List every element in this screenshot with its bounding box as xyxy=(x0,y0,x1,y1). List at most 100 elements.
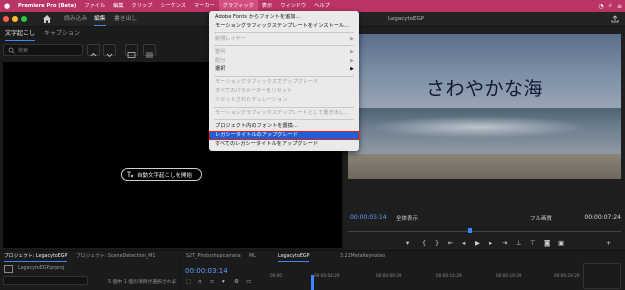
minimize-window-icon[interactable] xyxy=(12,16,18,22)
menu-item-export-mogrt[interactable]: モーショングラフィックステンプレートとして書き出し... xyxy=(209,109,359,118)
zoom-window-icon[interactable] xyxy=(21,16,27,22)
menu-item-upgrade-all-legacy-titles[interactable]: すべてのレガシータイトルをアップグレード xyxy=(209,140,359,149)
project-title: LegacytoEGP xyxy=(388,16,425,22)
timeline-tools: ⬚ ∩ ⊂ ▾ ⚙ ▭ xyxy=(186,278,266,287)
linked-selection-icon[interactable]: ⊂ xyxy=(210,278,215,287)
search-icon[interactable]: ⌕ xyxy=(609,2,612,10)
mark-out-icon[interactable]: } xyxy=(435,238,439,248)
ruler-label: 00:00 xyxy=(270,273,283,278)
menu-item-select-label: 選択 xyxy=(215,66,226,73)
step-forward-icon[interactable]: ▸ xyxy=(489,238,492,248)
menu-item-upgrade-to-mogrt[interactable]: モーショングラフィックスでアップグレード xyxy=(209,78,359,87)
menu-item-distribute-label: 配分 xyxy=(215,57,226,64)
program-scrub-bar[interactable] xyxy=(348,231,621,232)
timeline-ruler[interactable]: 00:00 00:00:04:29 00:00:09:29 00:00:14:2… xyxy=(268,273,580,281)
playback-resolution-select[interactable]: フル画質 xyxy=(530,214,552,222)
add-marker-icon[interactable]: ▾ xyxy=(222,278,225,287)
project-selection-status: 5 個中 1 個の項目が選択されま xyxy=(108,280,177,285)
menu-item-new-layer[interactable]: 新規レイヤー ▶ xyxy=(209,35,359,44)
tab-sequence-ml[interactable]: ML xyxy=(249,253,256,261)
compare-view-icon[interactable]: ▣ xyxy=(558,238,564,248)
close-window-icon[interactable] xyxy=(3,16,9,22)
menu-file[interactable]: ファイル xyxy=(80,0,109,12)
add-button-icon[interactable]: + xyxy=(606,238,611,248)
tab-edit[interactable]: 編集 xyxy=(94,14,106,26)
menu-app[interactable]: Premiere Pro (Beta) xyxy=(14,0,80,12)
menu-item-select[interactable]: 選択 ▶ xyxy=(209,65,359,74)
tab-transcript[interactable]: 文字起こし xyxy=(5,29,36,41)
captions-create-button[interactable] xyxy=(125,44,138,58)
chevron-right-icon: ▶ xyxy=(350,66,354,73)
program-current-timecode[interactable]: 00:00:03:14 xyxy=(350,214,387,221)
wifi-icon[interactable]: ◔ xyxy=(598,3,603,10)
chevron-right-icon: ▶ xyxy=(350,35,354,42)
transcript-search-input[interactable] xyxy=(18,46,80,55)
bottom-panels: プロジェクト: LegacytoEGP プロジェクト: SceneDetecti… xyxy=(0,250,625,290)
menu-item-replace-fonts[interactable]: プロジェクト内のフォントを置換... xyxy=(209,122,359,131)
chevron-right-icon: ▶ xyxy=(350,48,354,55)
project-search-input[interactable] xyxy=(3,276,88,285)
program-playhead[interactable] xyxy=(468,228,472,233)
menu-item-reset-duration[interactable]: リセットされたデュレーション xyxy=(209,96,359,105)
mark-in-icon[interactable]: { xyxy=(422,238,426,248)
menu-item-distribute[interactable]: 配分 ▶ xyxy=(209,57,359,66)
caption-track-icon[interactable]: ▭ xyxy=(246,278,251,287)
search-icon xyxy=(8,47,15,54)
menu-item-align-label: 整列 xyxy=(215,48,226,55)
home-icon[interactable] xyxy=(42,13,52,25)
ruler-label: 00:00:04:29 xyxy=(314,273,340,278)
menu-separator xyxy=(214,75,354,77)
extract-icon[interactable]: ⊤ xyxy=(530,238,536,248)
search-next-button[interactable] xyxy=(103,44,116,58)
timeline-timecode[interactable]: 00:00:03:14 xyxy=(185,267,228,275)
menu-item-add-adobe-fonts[interactable]: Adobe Fonts からフォントを追加... xyxy=(209,13,359,22)
export-frame-icon[interactable]: ◙ xyxy=(544,238,550,248)
tab-sequence-legacytoegp[interactable]: LegacytoEGP xyxy=(278,253,310,262)
menu-sequence[interactable]: シーケンス xyxy=(156,0,190,12)
ruler-label: 00:00:24:29 xyxy=(554,273,580,278)
tab-import[interactable]: 読み込み xyxy=(64,14,87,24)
settings-icon xyxy=(146,52,153,58)
share-icon[interactable] xyxy=(611,15,619,23)
status-icons: ◔ ⌕ ≡ xyxy=(598,0,622,12)
apple-menu-icon[interactable]: ● xyxy=(0,0,14,12)
menu-item-install-mogrt[interactable]: モーショングラフィックステンプレートをインストール... xyxy=(209,22,359,31)
go-to-in-icon[interactable]: ⇤ xyxy=(448,238,453,248)
zoom-level-select[interactable]: 全体表示 xyxy=(396,214,418,222)
project-file-icon xyxy=(4,265,13,273)
step-back-icon[interactable]: ◂ xyxy=(462,238,465,248)
play-icon[interactable]: ▶ xyxy=(475,238,480,248)
go-to-out-icon[interactable]: ⇥ xyxy=(502,238,507,248)
tab-sequence-metakeynote[interactable]: 3.21MetaKeynoteo xyxy=(340,253,385,261)
tab-project-scenedetection[interactable]: プロジェクト: SceneDetection_M1 xyxy=(76,253,155,261)
menu-separator xyxy=(214,119,354,121)
timeline-playhead[interactable] xyxy=(311,275,314,290)
tab-captions[interactable]: キャプション xyxy=(44,29,80,39)
transcribe-icon xyxy=(127,171,134,177)
menu-edit[interactable]: 編集 xyxy=(109,0,127,12)
menu-separator xyxy=(214,32,354,34)
search-previous-button[interactable] xyxy=(87,44,100,57)
tab-export[interactable]: 書き出し xyxy=(114,14,137,24)
menu-item-align[interactable]: 整列 ▶ xyxy=(209,48,359,57)
nest-icon[interactable]: ⬚ xyxy=(186,278,191,287)
snap-icon[interactable]: ∩ xyxy=(198,278,202,287)
timeline-settings-icon[interactable]: ⚙ xyxy=(234,278,239,287)
transcript-settings-button[interactable] xyxy=(143,44,156,58)
ruler-label: 00:00:09:29 xyxy=(376,273,402,278)
menu-item-reset-all-parameters[interactable]: すべてのパラメーターをリセット xyxy=(209,87,359,96)
add-marker-icon[interactable]: ▾ xyxy=(406,238,409,248)
video-title-text[interactable]: さわやかな海 xyxy=(348,74,621,101)
menu-separator xyxy=(214,45,354,47)
ruler-label: 00:00:19:29 xyxy=(496,273,522,278)
menu-clip[interactable]: クリップ xyxy=(128,0,157,12)
tab-project-legacytoegp[interactable]: プロジェクト: LegacytoEGP xyxy=(4,253,68,262)
auto-transcribe-button[interactable]: 自動文字起こしを開始 xyxy=(121,168,202,181)
menu-item-upgrade-legacy-title[interactable]: レガシータイトルのアップグレード xyxy=(209,130,359,140)
project-file-name: LegacytoEGP.prproj xyxy=(18,266,65,271)
tab-sequence-s2t[interactable]: S2T_Photoshopcamera xyxy=(186,253,241,261)
lift-icon[interactable]: ⊥ xyxy=(516,238,522,248)
panel-divider[interactable] xyxy=(180,257,181,290)
control-center-icon[interactable]: ≡ xyxy=(617,3,622,10)
graphics-dropdown-menu: Adobe Fonts からフォントを追加... モーショングラフィックステンプ… xyxy=(209,11,359,151)
